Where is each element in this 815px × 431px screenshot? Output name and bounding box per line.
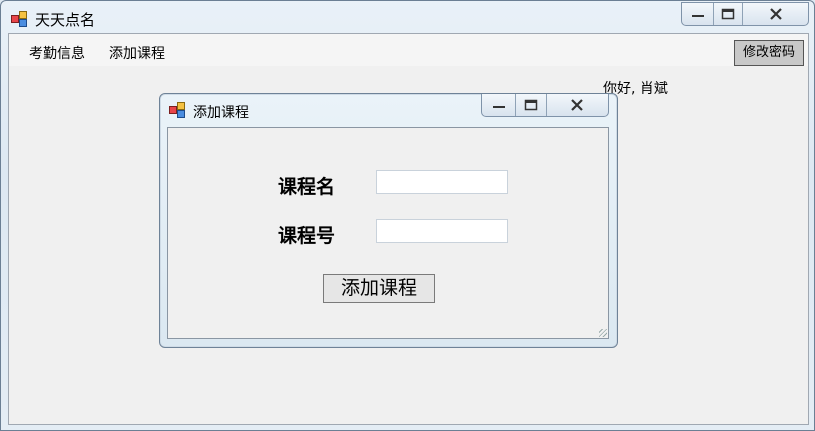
maximize-icon xyxy=(722,8,735,20)
dialog-minimize-button[interactable] xyxy=(482,94,517,116)
course-name-label: 课程名 xyxy=(278,176,336,198)
window-caption-buttons xyxy=(681,2,809,26)
course-number-input[interactable] xyxy=(376,219,508,243)
menu-bar: 考勤信息 添加课程 修改密码 xyxy=(9,34,808,66)
window-title: 天天点名 xyxy=(35,11,96,29)
close-button[interactable] xyxy=(743,3,808,25)
maximize-icon xyxy=(524,99,538,111)
menu-item-attendance[interactable]: 考勤信息 xyxy=(27,43,87,63)
dialog-client-area: 课程名 课程号 添加课程 xyxy=(167,127,609,339)
close-icon xyxy=(769,8,782,20)
maximize-button[interactable] xyxy=(714,3,744,25)
dialog-caption-buttons xyxy=(481,94,609,117)
minimize-icon xyxy=(691,15,704,17)
title-bar[interactable]: 天天点名 xyxy=(1,1,814,33)
app-window-icon xyxy=(11,11,27,27)
app-window-icon xyxy=(169,102,185,118)
menu-item-add-course[interactable]: 添加课程 xyxy=(107,43,167,63)
minimize-icon xyxy=(492,106,505,108)
dialog-close-button[interactable] xyxy=(547,94,608,116)
resize-grip[interactable] xyxy=(599,329,607,337)
add-course-submit-button[interactable]: 添加课程 xyxy=(323,274,435,303)
minimize-button[interactable] xyxy=(682,3,715,25)
dialog-title: 添加课程 xyxy=(193,105,249,121)
dialog-maximize-button[interactable] xyxy=(516,94,547,116)
add-course-dialog: 添加课程 课程名 课程号 添加课程 xyxy=(159,93,618,348)
course-number-label: 课程号 xyxy=(278,225,336,247)
change-password-button[interactable]: 修改密码 xyxy=(734,40,804,66)
course-name-input[interactable] xyxy=(376,170,508,194)
close-icon xyxy=(571,99,584,111)
